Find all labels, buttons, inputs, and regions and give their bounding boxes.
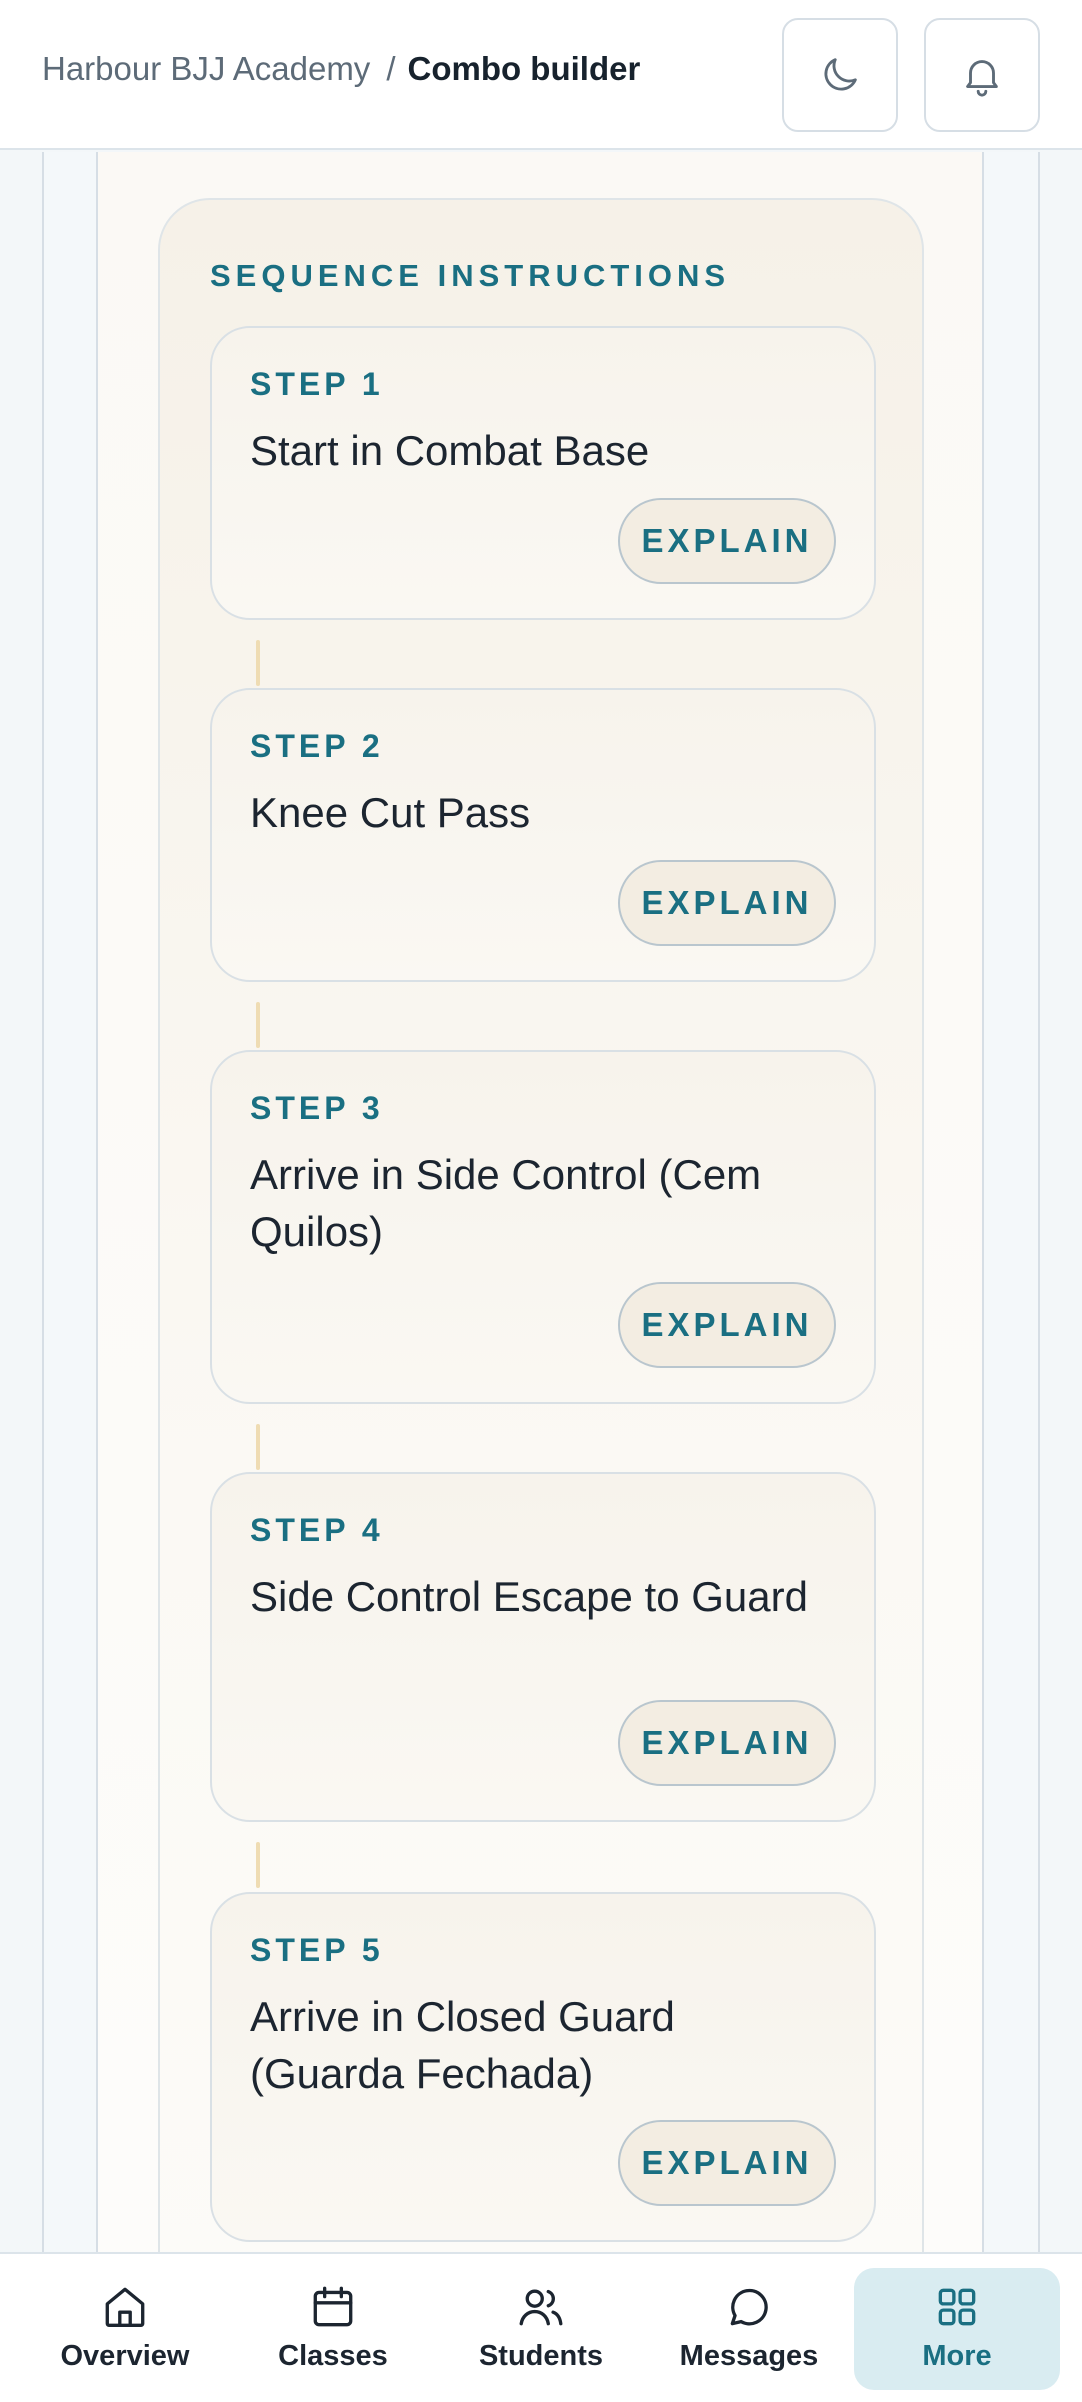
nav-item-more[interactable]: More [854, 2268, 1060, 2390]
explain-button[interactable]: EXPLAIN [618, 498, 836, 584]
step-label: STEP 5 [250, 1932, 384, 1968]
bell-icon [966, 60, 998, 97]
nav-label: Messages [679, 2340, 819, 2372]
step-connector [256, 640, 260, 686]
sequence-panel: SEQUENCE INSTRUCTIONS STEP 1 Start in Co… [158, 198, 924, 2338]
step-connector [256, 1424, 260, 1470]
step-text: Side Control Escape to Guard [250, 1573, 808, 1620]
nav-item-students[interactable]: Students [438, 2268, 644, 2390]
nav-label: Overview [60, 2340, 190, 2372]
grid-icon [938, 2288, 976, 2326]
step-connector [256, 1002, 260, 1048]
nav-item-messages[interactable]: Messages [646, 2268, 852, 2390]
top-header: Harbour BJJ Academy / Combo builder [0, 0, 1082, 150]
step-text: Arrive in Side Control (Cem Quilos) [250, 1151, 762, 1255]
explain-button[interactable]: EXPLAIN [618, 1282, 836, 1368]
step-card: STEP 3 Arrive in Side Control (Cem Quilo… [210, 1050, 876, 1404]
nav-item-classes[interactable]: Classes [230, 2268, 436, 2390]
message-icon [730, 2288, 768, 2326]
breadcrumb: Harbour BJJ Academy / Combo builder [42, 50, 640, 88]
step-card: STEP 1 Start in Combat Base EXPLAIN [210, 326, 876, 620]
nav-item-overview[interactable]: Overview [22, 2268, 228, 2390]
step-card: STEP 2 Knee Cut Pass EXPLAIN [210, 688, 876, 982]
nav-label: More [922, 2340, 992, 2372]
step-label: STEP 3 [250, 1090, 384, 1126]
step-card: STEP 5 Arrive in Closed Guard (Guarda Fe… [210, 1892, 876, 2242]
step-label: STEP 4 [250, 1512, 384, 1548]
breadcrumb-parent[interactable]: Harbour BJJ Academy [42, 50, 370, 88]
users-icon [519, 2289, 563, 2326]
explain-button[interactable]: EXPLAIN [618, 1700, 836, 1786]
explain-button[interactable]: EXPLAIN [618, 860, 836, 946]
step-label: STEP 1 [250, 366, 384, 402]
step-card: STEP 4 Side Control Escape to Guard EXPL… [210, 1472, 876, 1822]
step-text: Knee Cut Pass [250, 789, 531, 836]
bottom-nav: Overview Classes Students Messages More [0, 2252, 1082, 2402]
breadcrumb-current: Combo builder [407, 50, 641, 87]
home-icon [105, 2287, 145, 2327]
nav-label: Classes [278, 2340, 388, 2372]
app-page: Harbour BJJ Academy / Combo builder SEQU… [0, 0, 1082, 2402]
step-label: STEP 2 [250, 728, 384, 764]
breadcrumb-separator: / [386, 50, 396, 87]
notifications-button[interactable] [924, 18, 1040, 132]
step-text: Start in Combat Base [250, 427, 650, 474]
explain-button[interactable]: EXPLAIN [618, 2120, 836, 2206]
theme-toggle-button[interactable] [782, 18, 898, 132]
calendar-icon [313, 2286, 353, 2327]
step-connector [256, 1842, 260, 1888]
moon-icon [824, 58, 857, 91]
step-text: Arrive in Closed Guard (Guarda Fechada) [250, 1993, 675, 2097]
nav-label: Students [478, 2340, 604, 2372]
sequence-title: SEQUENCE INSTRUCTIONS [210, 258, 731, 293]
